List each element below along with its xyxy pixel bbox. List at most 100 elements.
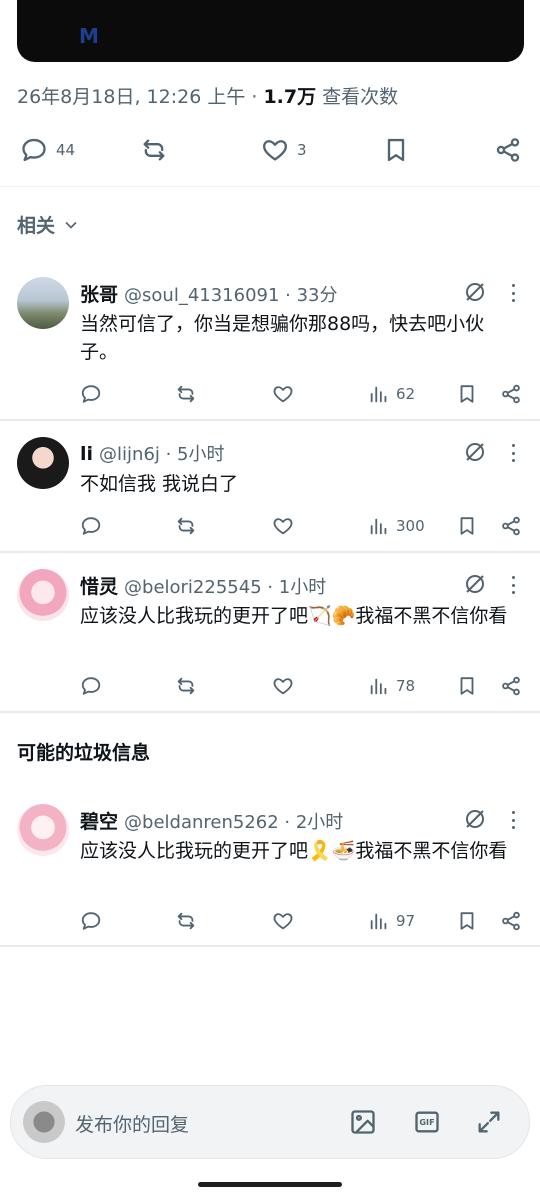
avatar[interactable] bbox=[23, 1101, 65, 1143]
related-dropdown[interactable]: 相关 bbox=[17, 211, 81, 238]
reply-text: 不如信我 我说白了 bbox=[80, 473, 239, 495]
share-button[interactable] bbox=[500, 672, 522, 700]
more-icon[interactable] bbox=[505, 282, 521, 304]
views-icon bbox=[370, 518, 387, 535]
avatar[interactable] bbox=[17, 437, 69, 489]
reply-button[interactable] bbox=[80, 672, 102, 700]
expand-icon[interactable] bbox=[475, 1108, 503, 1136]
grok-icon[interactable] bbox=[463, 572, 487, 596]
retweet-button[interactable] bbox=[175, 380, 197, 408]
bookmark-button[interactable] bbox=[382, 128, 410, 172]
reply-button[interactable]: 44 bbox=[20, 128, 75, 172]
bookmark-icon bbox=[387, 138, 405, 162]
reply-actions: 62 bbox=[0, 380, 540, 408]
views-icon bbox=[370, 386, 387, 403]
media-logo: M bbox=[79, 24, 99, 48]
retweet-icon bbox=[177, 677, 195, 695]
heart-icon bbox=[263, 140, 287, 161]
reply-input[interactable]: 发布你的回复 bbox=[75, 1110, 189, 1137]
like-button[interactable] bbox=[272, 380, 294, 408]
reply-author-name[interactable]: 碧空 bbox=[80, 807, 118, 834]
post-timestamp[interactable]: 26年8月18日, 12:26 上午 bbox=[17, 86, 245, 108]
views-button[interactable]: 78 bbox=[368, 672, 415, 700]
avatar[interactable] bbox=[17, 804, 69, 856]
svg-text:GIF: GIF bbox=[419, 1117, 434, 1127]
reply-handle-time[interactable]: @soul_41316091 · 33分 bbox=[124, 281, 338, 307]
more-icon[interactable] bbox=[505, 442, 521, 464]
reply-compose-bar: 发布你的回复 GIF bbox=[10, 1085, 530, 1159]
reply-icon bbox=[81, 912, 101, 930]
chevron-down-icon bbox=[65, 221, 77, 229]
reply-button[interactable] bbox=[80, 907, 102, 935]
meta-separator: · bbox=[245, 86, 264, 108]
home-indicator bbox=[198, 1182, 342, 1187]
retweet-button[interactable] bbox=[175, 907, 197, 935]
bookmark-icon bbox=[460, 517, 474, 535]
retweet-icon bbox=[177, 385, 195, 403]
share-button[interactable] bbox=[500, 907, 522, 935]
reply-handle-time[interactable]: @lijn6j · 5小时 bbox=[99, 440, 224, 466]
avatar[interactable] bbox=[17, 277, 69, 329]
views-count: 78 bbox=[396, 677, 416, 695]
share-icon bbox=[502, 384, 520, 404]
share-button[interactable] bbox=[500, 380, 522, 408]
reply-header: 张哥 @soul_41316091 · 33分 bbox=[80, 280, 338, 307]
grok-icon[interactable] bbox=[463, 440, 487, 464]
reply-actions: 78 bbox=[0, 672, 540, 700]
more-icon[interactable] bbox=[505, 809, 521, 831]
reply-button[interactable] bbox=[80, 512, 102, 540]
heart-icon bbox=[273, 913, 293, 930]
like-button[interactable] bbox=[272, 672, 294, 700]
spam-section-title: 可能的垃圾信息 bbox=[17, 742, 151, 764]
bookmark-button[interactable] bbox=[456, 380, 478, 408]
bookmark-icon bbox=[460, 677, 474, 695]
reply-icon bbox=[81, 677, 101, 695]
reply-icon bbox=[81, 517, 101, 535]
views-button[interactable]: 97 bbox=[368, 907, 415, 935]
bookmark-button[interactable] bbox=[456, 672, 478, 700]
retweet-button[interactable] bbox=[140, 128, 168, 172]
reply-author-name[interactable]: 张哥 bbox=[80, 280, 118, 307]
more-icon[interactable] bbox=[505, 574, 521, 596]
reply-icon bbox=[22, 138, 46, 162]
related-label: 相关 bbox=[17, 215, 56, 237]
share-button[interactable] bbox=[500, 512, 522, 540]
share-button[interactable] bbox=[494, 128, 522, 172]
views-button[interactable]: 62 bbox=[368, 380, 415, 408]
media-card[interactable]: M bbox=[17, 0, 524, 62]
like-button[interactable] bbox=[272, 512, 294, 540]
views-count: 97 bbox=[396, 912, 416, 930]
reply-author-name[interactable]: 惜灵 bbox=[80, 572, 118, 599]
divider bbox=[0, 945, 540, 947]
bookmark-button[interactable] bbox=[456, 512, 478, 540]
reply-icon bbox=[81, 385, 101, 403]
gif-icon[interactable]: GIF bbox=[413, 1108, 441, 1136]
reply-text: 应该没人比我玩的更开了吧🏹🥐我福不黑不信你看 bbox=[80, 605, 508, 627]
heart-icon bbox=[273, 386, 293, 403]
reply-handle-time[interactable]: @belori225545 · 1小时 bbox=[124, 573, 326, 599]
bookmark-button[interactable] bbox=[456, 907, 478, 935]
views-count: 300 bbox=[396, 517, 425, 535]
like-button[interactable] bbox=[272, 907, 294, 935]
reply-actions: 300 bbox=[0, 512, 540, 540]
views-button[interactable]: 300 bbox=[368, 512, 425, 540]
reply-handle-time[interactable]: @beldanren5262 · 2小时 bbox=[124, 808, 343, 834]
retweet-button[interactable] bbox=[175, 512, 197, 540]
like-button[interactable]: 3 bbox=[261, 128, 307, 172]
share-icon bbox=[496, 138, 520, 162]
retweet-icon bbox=[177, 912, 195, 930]
reply-author-name[interactable]: li bbox=[80, 443, 93, 465]
image-icon[interactable] bbox=[349, 1108, 377, 1136]
reply-button[interactable] bbox=[80, 380, 102, 408]
grok-icon[interactable] bbox=[463, 280, 487, 304]
heart-icon bbox=[273, 518, 293, 535]
reply-count: 44 bbox=[56, 141, 76, 159]
avatar[interactable] bbox=[17, 569, 69, 621]
retweet-button[interactable] bbox=[175, 672, 197, 700]
views-count: 1.7万 bbox=[263, 86, 317, 108]
divider bbox=[0, 711, 540, 713]
bookmark-icon bbox=[460, 912, 474, 930]
reply-header: 惜灵 @belori225545 · 1小时 bbox=[80, 572, 326, 599]
views-icon bbox=[370, 678, 387, 695]
grok-icon[interactable] bbox=[463, 807, 487, 831]
